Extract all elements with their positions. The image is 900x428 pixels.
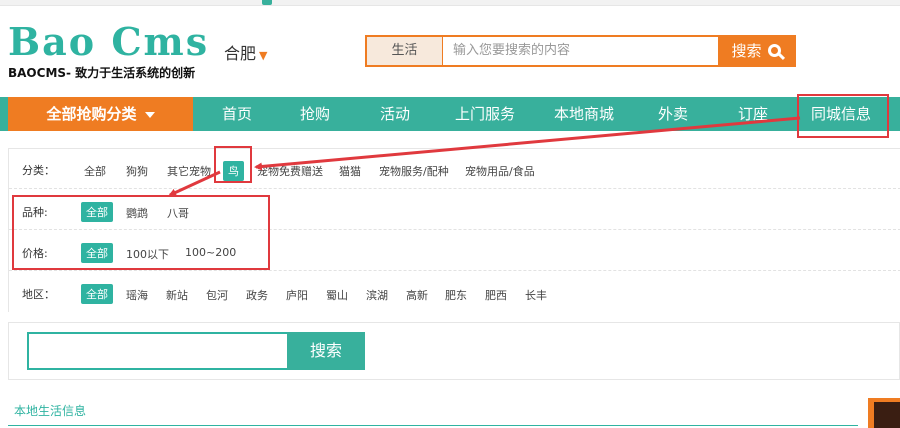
filter-area-luyang[interactable]: 庐阳 xyxy=(286,287,308,303)
filter-area-shushan[interactable]: 蜀山 xyxy=(326,287,348,303)
filter-area-feixi[interactable]: 肥西 xyxy=(485,287,507,303)
listing-search-input[interactable] xyxy=(27,332,289,370)
filter-category-free-pets[interactable]: 宠物免费赠送 xyxy=(257,163,323,179)
filter-category-all[interactable]: 全部 xyxy=(84,163,106,179)
nav-item-reservation[interactable]: 订座 xyxy=(732,97,774,131)
nav-item-takeout[interactable]: 外卖 xyxy=(652,97,694,131)
annotation-box-bird-category xyxy=(214,146,252,183)
city-name: 合肥 xyxy=(224,44,257,63)
section-divider xyxy=(8,425,858,426)
filter-area-binhu[interactable]: 滨湖 xyxy=(366,287,388,303)
listing-search-box xyxy=(8,322,900,380)
filter-row-area: 地区： 全部 瑶海 新站 包河 政务 庐阳 蜀山 滨湖 高新 肥东 肥西 长丰 xyxy=(9,272,900,312)
filter-category-pet-supplies[interactable]: 宠物用品/食品 xyxy=(465,163,535,179)
filter-category-dogs[interactable]: 狗狗 xyxy=(126,163,148,179)
filter-category-other-pets[interactable]: 其它宠物 xyxy=(167,163,211,179)
filter-area-yaohai[interactable]: 瑶海 xyxy=(126,287,148,303)
caret-down-icon xyxy=(144,111,155,118)
city-selector[interactable]: 合肥 ▼ xyxy=(224,40,267,64)
filter-area-zhengwu[interactable]: 政务 xyxy=(246,287,268,303)
filter-category-cats[interactable]: 猫猫 xyxy=(339,163,361,179)
search-button[interactable]: 搜索 xyxy=(718,37,794,65)
top-bar-marker xyxy=(262,0,272,5)
search-input[interactable]: 输入您要搜索的内容 xyxy=(453,37,570,65)
filter-area-feidong[interactable]: 肥东 xyxy=(445,287,467,303)
annotation-box-breed-price xyxy=(12,195,270,270)
filter-area-gaoxin[interactable]: 高新 xyxy=(406,287,428,303)
top-bar xyxy=(0,0,900,6)
floating-ad-thumbnail[interactable] xyxy=(868,398,900,428)
listing-search-button[interactable]: 搜索 xyxy=(287,332,365,370)
ad-image xyxy=(874,402,900,428)
search-button-label: 搜索 xyxy=(731,42,762,60)
filter-category-pet-services[interactable]: 宠物服务/配种 xyxy=(379,163,449,179)
nav-item-local-mall[interactable]: 本地商城 xyxy=(549,97,619,131)
nav-item-home-service[interactable]: 上门服务 xyxy=(450,97,520,131)
nav-item-events[interactable]: 活动 xyxy=(374,97,416,131)
filter-row-category: 分类： 全部 狗狗 其它宠物 鸟 宠物免费赠送 猫猫 宠物服务/配种 宠物用品/… xyxy=(9,149,900,189)
filter-area-all[interactable]: 全部 xyxy=(81,284,113,304)
filter-area-xinzhan[interactable]: 新站 xyxy=(166,287,188,303)
header-search: 生活 输入您要搜索的内容 搜索 xyxy=(365,35,796,67)
nav-item-home[interactable]: 首页 xyxy=(216,97,258,131)
annotation-box-classifieds xyxy=(797,94,889,138)
search-scope-select[interactable]: 生活 xyxy=(367,37,443,65)
logo-brand: Bao Cms xyxy=(8,19,210,64)
filter-area-label: 地区： xyxy=(22,288,55,301)
all-categories-button[interactable]: 全部抢购分类 xyxy=(8,97,193,131)
all-categories-label: 全部抢购分类 xyxy=(46,105,137,123)
local-info-heading[interactable]: 本地生活信息 xyxy=(14,402,86,419)
filter-area-changfeng[interactable]: 长丰 xyxy=(525,287,547,303)
chevron-down-icon: ▼ xyxy=(259,49,268,62)
site-logo[interactable]: Bao Cms BAOCMS- 致力于生活系统的创新 xyxy=(8,22,209,81)
main-nav: 全部抢购分类 首页 抢购 活动 上门服务 本地商城 外卖 订座 同城信息 xyxy=(0,97,900,131)
nav-item-flash-sale[interactable]: 抢购 xyxy=(294,97,336,131)
filter-area-baohe[interactable]: 包河 xyxy=(206,287,228,303)
search-icon xyxy=(767,44,781,57)
logo-slogan: BAOCMS- 致力于生活系统的创新 xyxy=(8,66,196,80)
filter-category-label: 分类： xyxy=(22,164,55,177)
